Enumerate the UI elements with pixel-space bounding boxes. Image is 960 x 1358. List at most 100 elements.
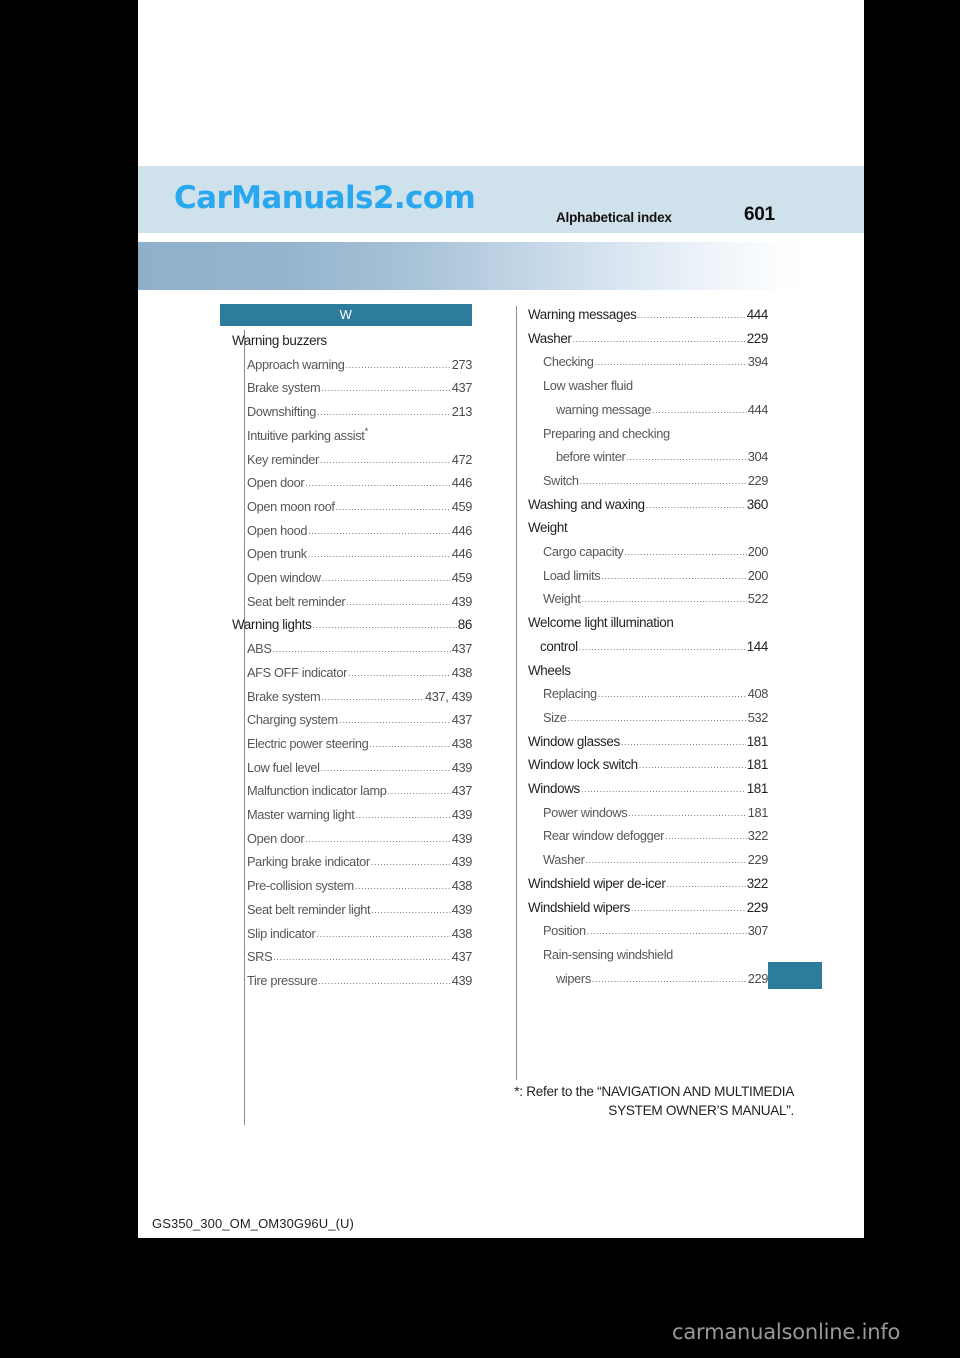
right-column-rule xyxy=(516,306,517,1080)
leader-dots: ........................................… xyxy=(630,902,746,913)
leader-dots: ........................................… xyxy=(594,357,747,368)
leader-dots: ........................................… xyxy=(338,715,451,726)
index-entry-label: Switch xyxy=(543,472,579,488)
leader-dots: ........................................… xyxy=(345,359,451,370)
index-entry-page: 439 xyxy=(451,854,473,870)
index-entry-label: Rear window defogger xyxy=(543,828,665,844)
index-entry: Low fuel level..........................… xyxy=(247,757,472,781)
index-entry-label: Size xyxy=(543,709,567,725)
leader-dots: ........................................… xyxy=(585,855,747,866)
index-entry: Rain-sensing windshield.................… xyxy=(543,944,768,968)
index-entry-label: control xyxy=(540,638,578,654)
index-entry-page: 438 xyxy=(451,735,473,751)
index-entry: Pre-collision system....................… xyxy=(247,875,472,899)
index-entry-page: 181 xyxy=(747,804,769,820)
index-entry-label: warning message xyxy=(556,401,652,417)
index-entry-page: 322 xyxy=(746,875,769,891)
index-entry: control.................................… xyxy=(540,636,768,660)
leader-dots: ........................................… xyxy=(579,475,747,486)
index-entry-label: Power windows xyxy=(543,804,628,820)
index-entry-label: Windshield wiper de-icer xyxy=(528,875,666,891)
index-entry-page: 459 xyxy=(451,570,473,586)
index-entry: Electric power steering.................… xyxy=(247,733,472,757)
index-entry-page: 439 xyxy=(451,807,473,823)
leader-dots: ........................................… xyxy=(580,784,746,795)
header-band: CarManuals2.com Alphabetical index 601 xyxy=(138,166,864,233)
index-entry-label: Open window xyxy=(247,570,321,586)
leader-dots: ........................................… xyxy=(355,810,451,821)
index-entry-page: 200 xyxy=(747,544,769,560)
index-entry-page: 200 xyxy=(747,567,769,583)
index-entry: Welcome light illumination..............… xyxy=(528,612,768,636)
section-thumb-tab xyxy=(768,962,822,989)
index-entry-label: Washer xyxy=(543,852,585,868)
index-entry: before winter...........................… xyxy=(556,446,768,470)
index-entry: Open trunk..............................… xyxy=(247,543,472,567)
index-entry-page: 438 xyxy=(451,664,473,680)
index-entry-label: Warning messages xyxy=(528,307,637,322)
index-entry-list-right: Warning messages........................… xyxy=(528,304,768,991)
index-entry-page: 444 xyxy=(746,307,769,322)
index-entry-page: 144 xyxy=(746,638,769,654)
site-watermark: carmanualsonline.info xyxy=(672,1320,901,1344)
page-number: 601 xyxy=(744,204,775,225)
index-entry: Windshield wiper de-icer................… xyxy=(528,873,768,897)
index-entry-label: Slip indicator xyxy=(247,925,316,941)
leader-dots: ........................................… xyxy=(321,573,451,584)
leader-dots: ........................................… xyxy=(626,452,747,463)
index-entry: Brake system............................… xyxy=(247,377,472,401)
leader-dots: ........................................… xyxy=(371,904,450,915)
index-entry-label: Weight xyxy=(543,591,581,607)
index-entry-page: 438 xyxy=(451,878,473,894)
index-entry: Checking................................… xyxy=(543,351,768,375)
index-entry-page: 229 xyxy=(747,472,769,488)
leader-dots: ........................................… xyxy=(578,641,746,652)
index-entry: Washer..................................… xyxy=(543,849,768,873)
leader-dots: ........................................… xyxy=(321,691,424,702)
index-entry-page: 522 xyxy=(747,591,769,607)
index-entry-label: Charging system xyxy=(247,712,338,728)
index-entry: Open hood...............................… xyxy=(247,520,472,544)
index-entry-label: Window lock switch xyxy=(528,757,638,773)
document-page: CarManuals2.com Alphabetical index 601 W… xyxy=(138,0,864,1238)
index-entry-page: 229 xyxy=(746,330,769,346)
index-entry-page: 437 xyxy=(451,380,473,396)
index-entry-label: Pre-collision system xyxy=(247,878,354,894)
leader-dots: ........................................… xyxy=(319,454,451,465)
index-entry-label: ABS xyxy=(247,641,272,657)
carmanuals-watermark-logo: CarManuals2.com xyxy=(174,180,476,216)
leader-dots: ........................................… xyxy=(581,594,747,605)
leader-dots: ........................................… xyxy=(317,407,451,418)
leader-dots: ........................................… xyxy=(305,833,451,844)
index-entry: Load limits.............................… xyxy=(543,565,768,589)
index-entry: ABS.....................................… xyxy=(247,638,472,662)
index-entry-page: 446 xyxy=(451,522,473,538)
leader-dots: ........................................… xyxy=(620,736,746,747)
letter-heading-w: W xyxy=(220,304,472,326)
index-entry: Charging system.........................… xyxy=(247,709,472,733)
leader-dots: ........................................… xyxy=(348,667,451,678)
index-entry-label: SRS xyxy=(247,949,273,965)
index-entry-label: Parking brake indicator xyxy=(247,854,370,870)
leader-dots: ........................................… xyxy=(628,807,747,818)
index-entry-label: AFS OFF indicator xyxy=(247,664,348,680)
index-entry: Window lock switch......................… xyxy=(528,754,768,778)
leader-dots: ........................................… xyxy=(273,952,450,963)
index-entry-page: 437 xyxy=(451,712,473,728)
leader-dots: ........................................… xyxy=(601,570,747,581)
index-entry: Cargo capacity..........................… xyxy=(543,541,768,565)
index-entry-page: 86 xyxy=(457,617,473,633)
index-entry-label: Tire pressure xyxy=(247,972,318,988)
index-entry-page: 444 xyxy=(747,401,769,417)
leader-dots: ........................................… xyxy=(305,478,451,489)
index-entry: Warning messages........................… xyxy=(528,304,768,328)
leader-dots: ........................................… xyxy=(346,596,450,607)
index-entry: wipers..................................… xyxy=(556,968,768,992)
index-entry-page: 439 xyxy=(451,830,473,846)
index-entry-page: 229 xyxy=(746,899,769,915)
index-entry-label: Wheels xyxy=(528,662,571,678)
index-entry: Warning lights..........................… xyxy=(232,614,472,638)
index-entry-page: 304 xyxy=(747,449,769,465)
index-entry: warning message.........................… xyxy=(556,399,768,423)
index-entry-label: Brake system xyxy=(247,380,321,396)
